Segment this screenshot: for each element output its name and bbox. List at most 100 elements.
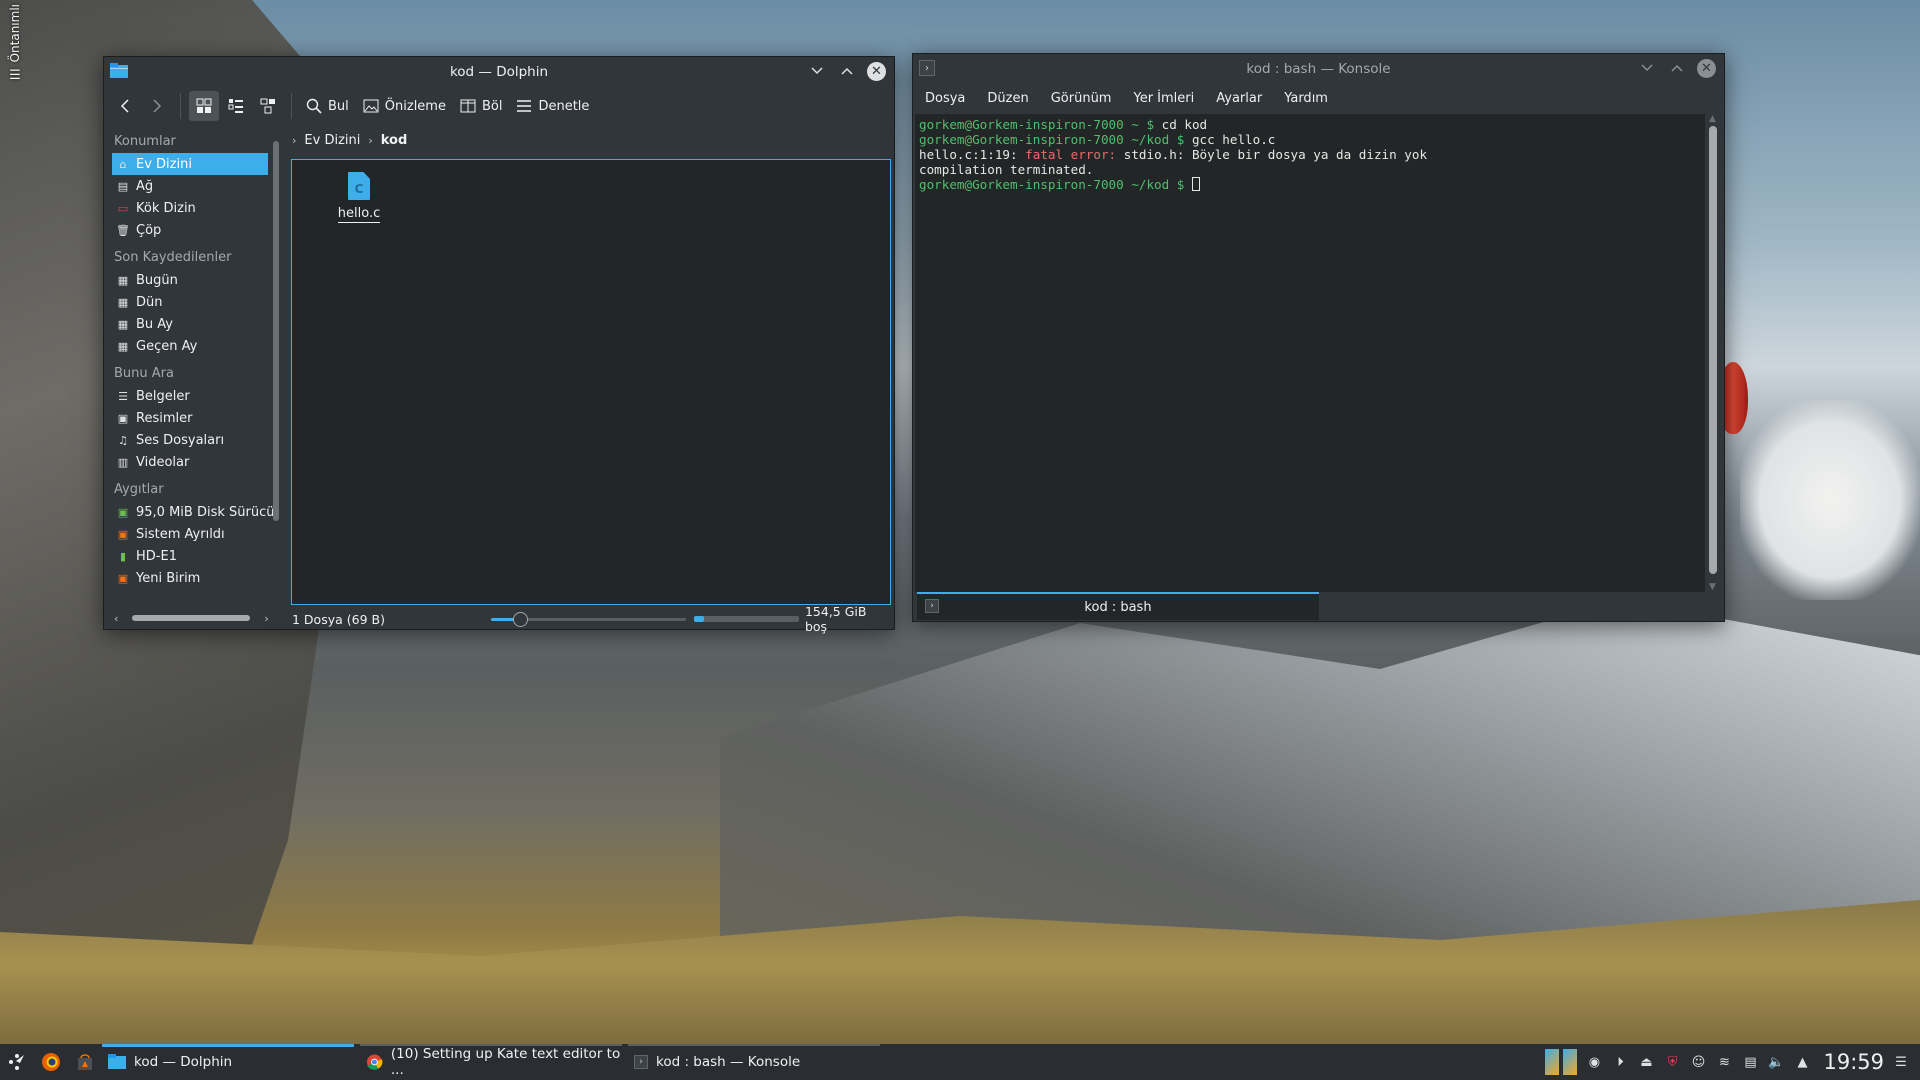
media-player-icon[interactable]: ⏵ [1611,1053,1629,1071]
chevron-right-icon: › [368,133,373,147]
dolphin-toolbar: Bul Önizleme Böl Denetle [104,87,894,125]
preview-button[interactable]: Önizleme [357,91,452,121]
back-button[interactable] [110,91,140,121]
firefox-launcher[interactable] [34,1044,68,1080]
steam-icon[interactable]: ◉ [1585,1053,1603,1071]
recent-item-label: Bu Ay [136,316,173,332]
maximize-button[interactable] [1667,58,1687,78]
places-scrollbar[interactable] [272,135,280,595]
device-item-disk[interactable]: ▣ 95,0 MiB Disk Sürücü [106,501,286,523]
chrome-icon [366,1054,383,1070]
places-item-root[interactable]: ▭ Kök Dizin [106,197,286,219]
zoom-slider-handle[interactable] [513,612,529,627]
device-item-system-reserved[interactable]: ▣ Sistem Ayrıldı [106,523,286,545]
recent-item-this-month[interactable]: ▦ Bu Ay [106,313,286,335]
menu-file[interactable]: Dosya [925,91,965,106]
icons-view-button[interactable] [189,91,219,121]
forward-button[interactable] [142,91,172,121]
store-launcher[interactable] [68,1044,102,1080]
details-view-button[interactable] [253,91,283,121]
menu-edit[interactable]: Düzen [987,91,1028,106]
virtual-desktop-pager[interactable] [1545,1049,1578,1075]
device-item-label: Yeni Birim [136,570,201,586]
clipboard-icon[interactable]: ▤ [1741,1053,1759,1071]
recent-item-today[interactable]: ▦ Bugün [106,269,286,291]
konsole-tab[interactable]: › kod : bash [917,592,1319,620]
menu-help[interactable]: Yardım [1284,91,1328,106]
konsole-titlebar[interactable]: › kod : bash — Konsole ✕ [913,54,1724,84]
calendar-icon: ▦ [117,317,129,331]
desktop-toolbox[interactable]: Öntanımlı ☰ [2,4,28,94]
devices-section-title: Aygıtlar [114,482,164,497]
breadcrumb-home[interactable]: Ev Dizini [304,133,360,148]
places-hscrollbar[interactable]: ‹ › [114,611,270,625]
menu-settings[interactable]: Ayarlar [1216,91,1262,106]
desktop-1-thumbnail[interactable] [1545,1049,1560,1075]
dolphin-window[interactable]: kod — Dolphin ✕ Bul Önizleme Böl Denetle… [103,56,895,634]
compact-view-button[interactable] [221,91,251,121]
hamburger-icon[interactable]: ☰ [1892,1053,1910,1071]
dolphin-titlebar[interactable]: kod — Dolphin ✕ [104,57,894,87]
wallpaper-valley [0,900,1920,1060]
search-item-documents[interactable]: ☰ Belgeler [106,385,286,407]
device-item-new-volume[interactable]: ▣ Yeni Birim [106,567,286,589]
scrollbar-thumb[interactable] [273,141,279,521]
places-item-trash[interactable]: 🗑 Çöp [106,219,286,241]
device-item-hd-e1[interactable]: ▮ HD-E1 [106,545,286,567]
taskbar: kod — Dolphin (10) Setting up Kate text … [0,1044,1920,1080]
terminal-output[interactable]: gorkem@Gorkem-inspiron-7000 ~ $ cd kod go… [915,114,1705,592]
application-launcher[interactable] [0,1044,34,1080]
places-item-network[interactable]: ▤ Ağ [106,175,286,197]
minimize-button[interactable] [807,61,827,81]
search-item-images[interactable]: ▣ Resimler [106,407,286,429]
chevron-up-icon[interactable]: ▲ [1793,1053,1811,1071]
close-button[interactable]: ✕ [867,61,886,81]
search-section-title: Bunu Ara [114,366,174,381]
clock[interactable]: 19:59 [1823,1050,1884,1074]
hamburger-icon[interactable]: ☰ [9,68,21,83]
minimize-button[interactable] [1637,58,1657,78]
zoom-slider[interactable] [490,612,686,627]
user-icon[interactable]: ☺ [1689,1053,1707,1071]
c-source-file-icon: C [348,172,370,200]
search-item-audio[interactable]: ♫ Ses Dosyaları [106,429,286,451]
preview-label: Önizleme [384,98,446,114]
file-view[interactable]: C hello.c [291,159,891,605]
scrollbar-thumb[interactable] [132,615,251,621]
task-konsole[interactable]: › kod : bash — Konsole [628,1044,880,1080]
firefox-icon [42,1053,60,1071]
search-item-videos[interactable]: ▥ Videolar [106,451,286,473]
menu-bookmarks[interactable]: Yer İmleri [1133,91,1194,106]
usb-icon[interactable]: ⏏ [1637,1053,1655,1071]
split-button[interactable]: Böl [454,91,508,121]
maximize-button[interactable] [837,61,857,81]
search-item-label: Ses Dosyaları [136,432,225,448]
chevron-down-icon[interactable]: ▼ [1709,582,1716,592]
menu-view[interactable]: Görünüm [1051,91,1112,106]
places-item-label: Çöp [136,222,162,238]
file-item[interactable]: C hello.c [326,172,392,223]
control-menu-button[interactable]: Denetle [510,91,595,121]
wifi-icon[interactable]: ≋ [1715,1053,1733,1071]
close-icon: ✕ [1701,60,1712,76]
close-button[interactable]: ✕ [1697,58,1716,78]
find-button[interactable]: Bul [300,91,355,121]
chevron-right-icon[interactable]: › [264,612,268,625]
recent-item-yesterday[interactable]: ▦ Dün [106,291,286,313]
image-icon: ▣ [117,411,129,425]
places-item-home[interactable]: ⌂ Ev Dizini [112,153,268,175]
chevron-down-icon [1641,64,1653,72]
task-browser[interactable]: (10) Setting up Kate text editor to ... [360,1044,622,1080]
disk-usage-bar [693,616,799,622]
recent-item-last-month[interactable]: ▦ Geçen Ay [106,335,286,357]
shield-icon[interactable]: ⛨ [1663,1053,1681,1071]
task-dolphin[interactable]: kod — Dolphin [102,1044,354,1080]
konsole-window[interactable]: › kod : bash — Konsole ✕ Dosya Düzen Gör… [912,53,1725,622]
desktop-2-thumbnail[interactable] [1563,1049,1578,1075]
chevron-left-icon[interactable]: ‹ [114,612,118,625]
terminal-scrollbar[interactable]: ▲ ▼ [1707,114,1719,592]
breadcrumb-current[interactable]: kod [381,133,408,148]
chevron-up-icon[interactable]: ▲ [1709,114,1716,124]
volume-icon[interactable]: 🔈 [1767,1053,1785,1071]
scrollbar-thumb[interactable] [1709,126,1717,574]
